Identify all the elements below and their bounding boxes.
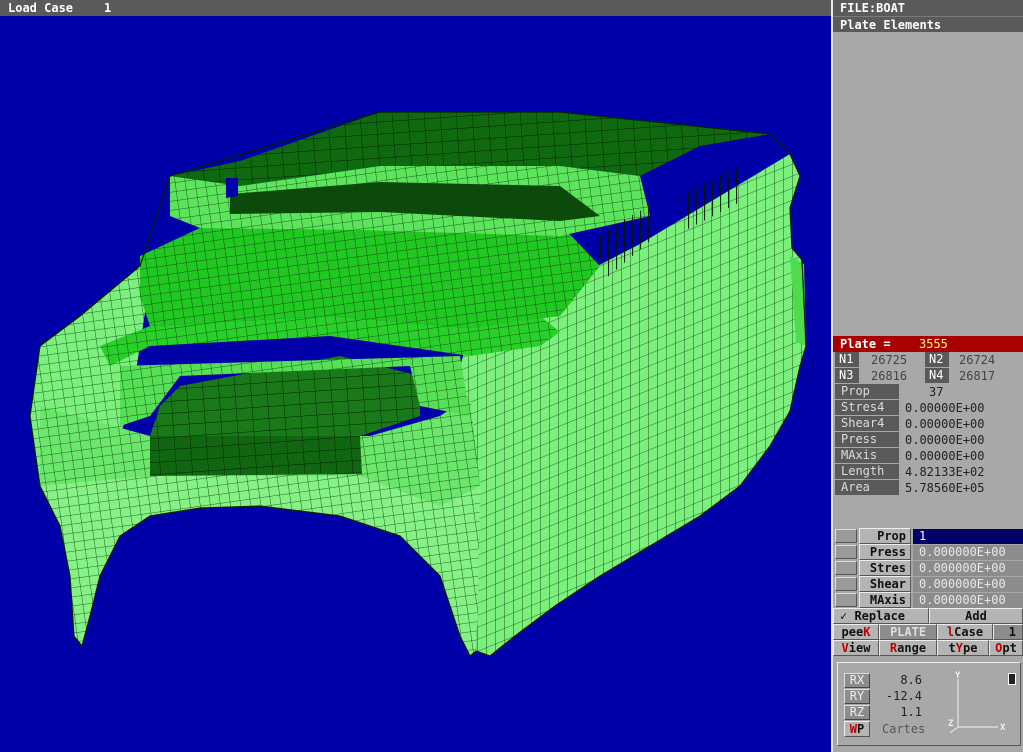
- shear-checkbox[interactable]: [835, 577, 857, 591]
- info-row-stres4: Stres4 0.00000E+00: [833, 400, 1023, 416]
- info-value: 0.00000E+00: [905, 417, 985, 431]
- axis-x-label: X: [1000, 723, 1006, 733]
- plate-header: Plate = 3555: [833, 336, 1023, 352]
- info-label: Prop: [835, 384, 899, 399]
- shear-input[interactable]: 0.000000E+00: [913, 577, 1023, 592]
- boat-mesh-model[interactable]: [0, 16, 831, 752]
- lcase-value[interactable]: 1: [993, 624, 1023, 640]
- info-value: 0.00000E+00: [905, 433, 985, 447]
- info-value: 0.00000E+00: [905, 449, 985, 463]
- view-menu-button[interactable]: View: [833, 640, 879, 656]
- prop-input[interactable]: 1: [913, 529, 1023, 544]
- file-name: FILE:BOAT: [833, 0, 1023, 16]
- options-menu-button[interactable]: Opt: [989, 640, 1023, 656]
- add-button[interactable]: Add: [929, 608, 1023, 624]
- node-value-n4: 26817: [959, 369, 996, 383]
- prop-checkbox[interactable]: [835, 529, 857, 543]
- maxis-button[interactable]: MAxis: [859, 592, 911, 608]
- info-row-length: Length 4.82133E+02: [833, 464, 1023, 480]
- coordinate-system: Cartes: [882, 722, 926, 736]
- node-label-n3: N3: [835, 368, 859, 383]
- ry-label: RY: [844, 689, 870, 704]
- ry-value[interactable]: -12.4: [876, 689, 922, 704]
- field-row-stres: Stres 0.000000E+00: [833, 560, 1023, 576]
- info-label: MAxis: [835, 448, 899, 463]
- field-row-prop: Prop 1: [833, 528, 1023, 544]
- info-value: 37: [929, 385, 944, 399]
- type-menu-button[interactable]: tYpe: [937, 640, 989, 656]
- field-row-shear: Shear 0.000000E+00: [833, 576, 1023, 592]
- press-input[interactable]: 0.000000E+00: [913, 545, 1023, 560]
- info-label: Area: [835, 480, 899, 495]
- stres-button[interactable]: Stres: [859, 560, 911, 576]
- info-label: Press: [835, 432, 899, 447]
- axis-z-label: Z: [948, 719, 954, 729]
- stres-input[interactable]: 0.000000E+00: [913, 561, 1023, 576]
- info-row-area: Area 5.78560E+05: [833, 480, 1023, 496]
- shear-button[interactable]: Shear: [859, 576, 911, 592]
- info-label: Stres4: [835, 400, 899, 415]
- replace-button[interactable]: ✓ Replace: [833, 608, 929, 624]
- node-value-n2: 26724: [959, 353, 996, 367]
- press-button[interactable]: Press: [859, 544, 911, 560]
- plate-label: Plate =: [840, 337, 891, 351]
- rz-label: RZ: [844, 705, 870, 720]
- info-value: 4.82133E+02: [905, 465, 985, 479]
- load-case-label: Load Case: [8, 1, 74, 15]
- plate-number: 3555: [919, 337, 948, 351]
- maxis-input[interactable]: 0.000000E+00: [913, 593, 1023, 608]
- title-bar: Load Case 1: [0, 0, 831, 16]
- info-row-maxis: MAxis 0.00000E+00: [833, 448, 1023, 464]
- info-row-prop: Prop 37: [833, 384, 1023, 400]
- range-menu-button[interactable]: Range: [879, 640, 937, 656]
- axis-y-label: Y: [955, 671, 961, 681]
- node-value-n1: 26725: [871, 353, 908, 367]
- load-case-value: 1: [104, 1, 112, 15]
- view-rotation-box: RX 8.6 RY -12.4 RZ 1.1 WP Cartes Y X Z: [837, 662, 1021, 746]
- rx-label: RX: [844, 673, 870, 688]
- field-row-press: Press 0.000000E+00: [833, 544, 1023, 560]
- maxis-checkbox[interactable]: [835, 593, 857, 607]
- node-value-n3: 26816: [871, 369, 908, 383]
- model-viewport[interactable]: [0, 16, 831, 752]
- peek-button[interactable]: peeK: [833, 624, 879, 640]
- panel-title: Plate Elements: [833, 16, 1023, 32]
- rx-value[interactable]: 8.6: [876, 673, 922, 688]
- lcase-button[interactable]: lCase: [937, 624, 993, 640]
- prop-button[interactable]: Prop: [859, 528, 911, 544]
- info-row-press: Press 0.00000E+00: [833, 432, 1023, 448]
- node-label-n2: N2: [925, 352, 949, 367]
- info-value: 5.78560E+05: [905, 481, 985, 495]
- side-panel: FILE:BOAT Plate Elements Plate = 3555 N1…: [831, 0, 1023, 752]
- stres-checkbox[interactable]: [835, 561, 857, 575]
- plate-mode-button[interactable]: PLATE: [879, 624, 937, 640]
- node-label-n4: N4: [925, 368, 949, 383]
- node-label-n1: N1: [835, 352, 859, 367]
- press-checkbox[interactable]: [835, 545, 857, 559]
- info-label: Shear4: [835, 416, 899, 431]
- node-row-2: N3 26816 N4 26817: [833, 368, 1023, 384]
- node-row-1: N1 26725 N2 26724: [833, 352, 1023, 368]
- info-value: 0.00000E+00: [905, 401, 985, 415]
- pin-icon[interactable]: [1008, 673, 1016, 685]
- info-row-shear4: Shear4 0.00000E+00: [833, 416, 1023, 432]
- axis-triad-icon: Y X Z: [948, 671, 1006, 734]
- workplane-button[interactable]: WP: [844, 721, 870, 737]
- info-label: Length: [835, 464, 899, 479]
- rz-value[interactable]: 1.1: [876, 705, 922, 720]
- field-row-maxis: MAxis 0.000000E+00: [833, 592, 1023, 608]
